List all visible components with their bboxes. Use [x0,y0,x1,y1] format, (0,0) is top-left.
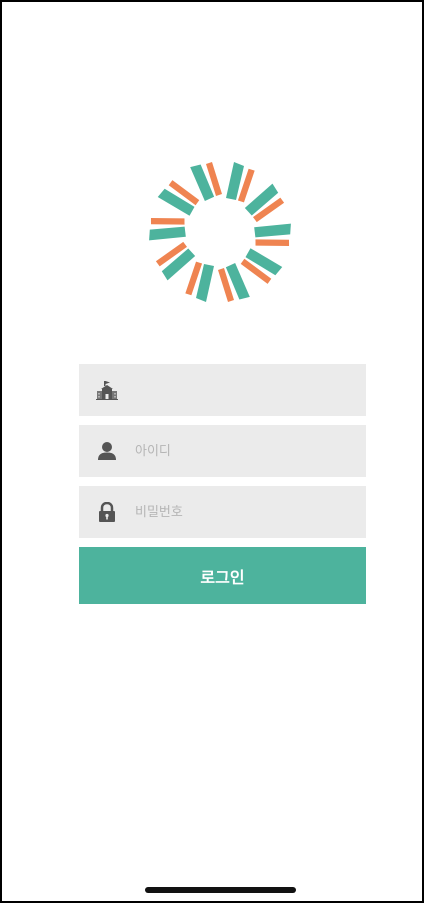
app-screen: 로그인 [0,0,424,903]
school-field[interactable] [79,364,366,416]
app-logo [146,161,294,303]
login-button[interactable]: 로그인 [79,547,366,604]
home-indicator[interactable] [145,887,296,893]
school-building-icon [79,364,135,416]
school-input[interactable] [135,370,345,410]
user-icon [79,425,135,477]
id-input[interactable] [135,431,345,471]
id-field[interactable] [79,425,366,477]
password-field[interactable] [79,486,366,538]
password-input[interactable] [135,492,345,532]
lock-icon [79,486,135,538]
